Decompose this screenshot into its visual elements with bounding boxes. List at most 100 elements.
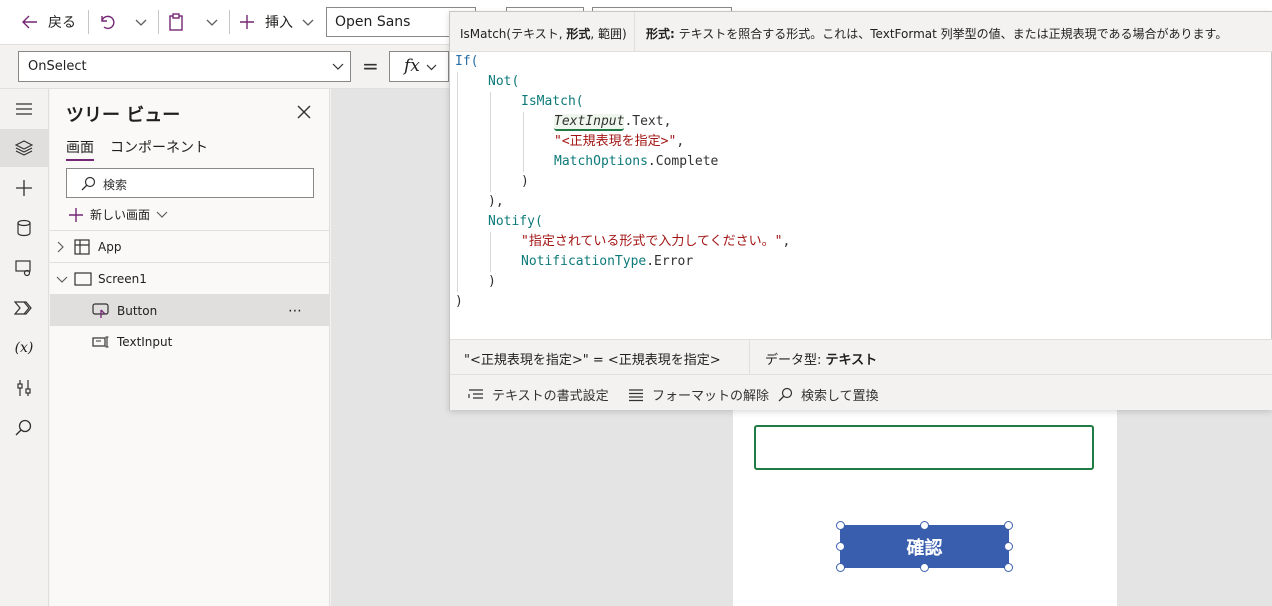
clipboard-icon	[168, 12, 186, 32]
param-name: 形式:	[646, 27, 675, 41]
advanced-tools-icon[interactable]	[12, 376, 36, 400]
confirm-button[interactable]: 確認	[840, 525, 1009, 568]
resize-handle[interactable]	[1004, 542, 1013, 551]
chevron-down-icon	[134, 17, 148, 27]
code-line: TextInput.Text,	[554, 112, 671, 132]
format-text-button[interactable]: テキストの書式設定	[468, 385, 609, 404]
code-token: .Complete	[647, 154, 719, 169]
code-editor[interactable]: If( Not( IsMatch( TextInput.Text, "<正規表現…	[450, 52, 1272, 339]
enum-name: NotificationType	[521, 254, 647, 269]
code-line: Not(	[488, 74, 520, 89]
panel-title: ツリー ビュー	[66, 105, 181, 126]
code-line: )	[488, 274, 496, 289]
undo-button[interactable]	[98, 8, 116, 36]
more-options-icon[interactable]: ⋯	[288, 303, 302, 319]
indent-guide	[490, 92, 491, 192]
tab-components[interactable]: コンポーネント	[110, 137, 208, 157]
back-button[interactable]: 戻る	[22, 8, 76, 36]
tree-view-layers-icon[interactable]	[0, 129, 48, 167]
chevron-right-icon[interactable]	[56, 241, 68, 253]
resize-handle[interactable]	[1004, 563, 1013, 572]
remove-format-icon	[628, 388, 644, 402]
string-literal: "<正規表現を指定>"	[554, 134, 677, 149]
search-placeholder: 検索	[103, 178, 128, 192]
media-icon[interactable]	[12, 256, 36, 280]
fx-button[interactable]: fx	[389, 51, 449, 82]
resize-handle[interactable]	[920, 563, 929, 572]
variables-icon[interactable]: (𝑥)	[12, 336, 36, 360]
new-screen-label: 新しい画面	[90, 208, 151, 222]
divider	[634, 12, 635, 52]
code-line: )	[521, 174, 529, 189]
left-rail: (𝑥)	[0, 89, 49, 606]
tree-search-input[interactable]: 検索	[66, 168, 314, 198]
remove-format-button[interactable]: フォーマットの解除	[628, 385, 769, 404]
tree-item-label: TextInput	[117, 335, 173, 349]
screen-icon	[74, 271, 92, 286]
tree-item-button[interactable]: Button ⋯	[50, 294, 330, 326]
string-literal: "指定されている形式で入力してください。"	[521, 234, 783, 249]
undo-dropdown[interactable]	[134, 8, 148, 36]
resize-handle[interactable]	[1004, 521, 1013, 530]
search-icon[interactable]	[12, 416, 36, 440]
code-line: )	[455, 294, 463, 309]
code-line: IsMatch(	[521, 94, 584, 109]
paste-button[interactable]	[168, 8, 186, 36]
remove-format-label: フォーマットの解除	[652, 389, 770, 404]
fx-icon: fx	[404, 56, 420, 76]
find-replace-label: 検索して置換	[801, 389, 879, 404]
indent-guide	[457, 72, 458, 292]
format-text-icon	[468, 388, 484, 402]
chevron-down-icon[interactable]	[56, 275, 68, 283]
signature-prefix: IsMatch(テキスト,	[460, 27, 567, 41]
insert-label: 挿入	[265, 15, 293, 31]
paste-dropdown[interactable]	[205, 8, 219, 36]
text-input-control[interactable]	[754, 425, 1094, 470]
result-type-label: データ型:	[765, 353, 826, 368]
resize-handle[interactable]	[836, 542, 845, 551]
tree-item-label: Screen1	[98, 271, 147, 286]
tab-screens[interactable]: 画面	[66, 137, 94, 161]
divider	[229, 10, 230, 34]
code-line: NotificationType.Error	[521, 252, 693, 272]
tree-item-screen1[interactable]: Screen1	[50, 262, 330, 294]
resize-handle[interactable]	[836, 563, 845, 572]
app-icon	[74, 238, 90, 255]
divider	[749, 340, 750, 375]
indent-guide	[490, 232, 491, 272]
close-icon[interactable]	[297, 105, 311, 119]
code-token: .Text,	[624, 114, 672, 129]
result-bar: "<正規表現を指定>" = <正規表現を指定> データ型: テキスト	[450, 339, 1272, 375]
chevron-down-icon	[205, 17, 219, 27]
insert-button[interactable]: 挿入	[239, 8, 315, 36]
divider	[88, 10, 89, 34]
insert-plus-icon[interactable]	[12, 176, 36, 200]
code-line: "<正規表現を指定>",	[554, 132, 684, 152]
signature-active-param: 形式	[566, 27, 591, 41]
tree-item-app[interactable]: App	[50, 230, 330, 262]
resize-handle[interactable]	[836, 521, 845, 530]
find-replace-button[interactable]: 検索して置換	[778, 385, 879, 404]
signature-suffix: , 範囲)	[590, 27, 627, 41]
code-token: ,	[676, 134, 685, 149]
data-cylinder-icon[interactable]	[12, 216, 36, 240]
code-line: Notify(	[488, 214, 543, 229]
code-token: .Error	[646, 254, 694, 269]
property-select[interactable]: OnSelect	[18, 51, 351, 82]
tree-item-label: Button	[117, 303, 158, 318]
property-value: OnSelect	[28, 59, 87, 74]
back-label: 戻る	[48, 15, 76, 31]
formula-editor: IsMatch(テキスト, 形式, 範囲) 形式: テキストを照合する形式。これ…	[449, 11, 1272, 410]
chevron-down-icon	[426, 63, 437, 71]
control-reference[interactable]: TextInput	[554, 114, 625, 131]
tree-item-textinput[interactable]: TextInput	[50, 326, 330, 358]
code-line: ),	[488, 194, 504, 209]
hamburger-icon[interactable]	[12, 97, 36, 121]
tree-item-label: App	[98, 239, 122, 254]
new-screen-button[interactable]: 新しい画面	[68, 206, 168, 223]
resize-handle[interactable]	[920, 521, 929, 530]
function-signature: IsMatch(テキスト, 形式, 範囲)	[460, 25, 627, 42]
power-automate-icon[interactable]	[12, 296, 36, 320]
undo-icon	[98, 14, 116, 30]
search-icon	[778, 387, 793, 402]
